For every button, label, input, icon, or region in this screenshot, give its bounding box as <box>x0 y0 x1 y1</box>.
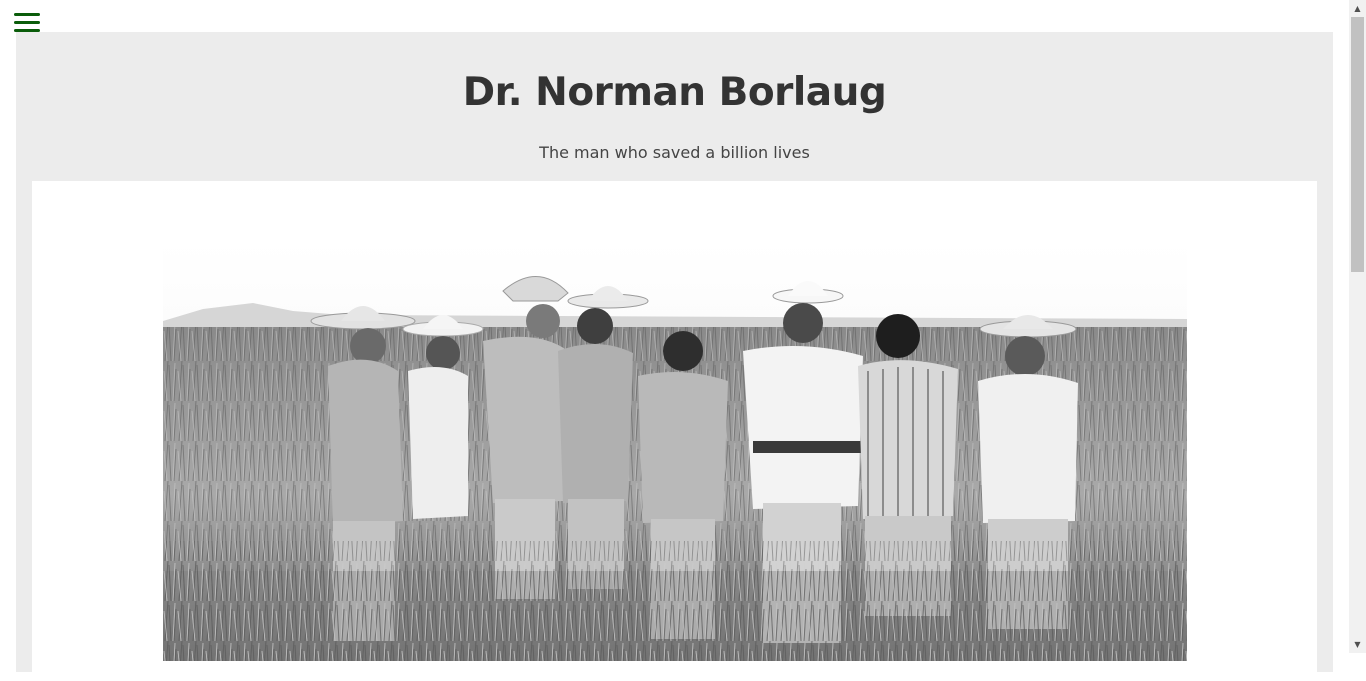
scroll-down-arrow-icon[interactable]: ▼ <box>1349 636 1366 653</box>
image-container <box>32 181 1317 681</box>
menu-bar <box>14 21 40 24</box>
vertical-scrollbar[interactable]: ▲ ▼ <box>1349 0 1366 653</box>
scrollbar-thumb[interactable] <box>1351 17 1364 272</box>
main-content: Dr. Norman Borlaug The man who saved a b… <box>16 32 1333 681</box>
page-title: Dr. Norman Borlaug <box>462 70 887 115</box>
hamburger-menu-icon[interactable] <box>14 12 40 34</box>
scroll-up-arrow-icon[interactable]: ▲ <box>1349 0 1366 17</box>
page-subtitle: The man who saved a billion lives <box>539 143 810 162</box>
menu-bar <box>14 13 40 16</box>
borlaug-photo <box>163 241 1187 661</box>
